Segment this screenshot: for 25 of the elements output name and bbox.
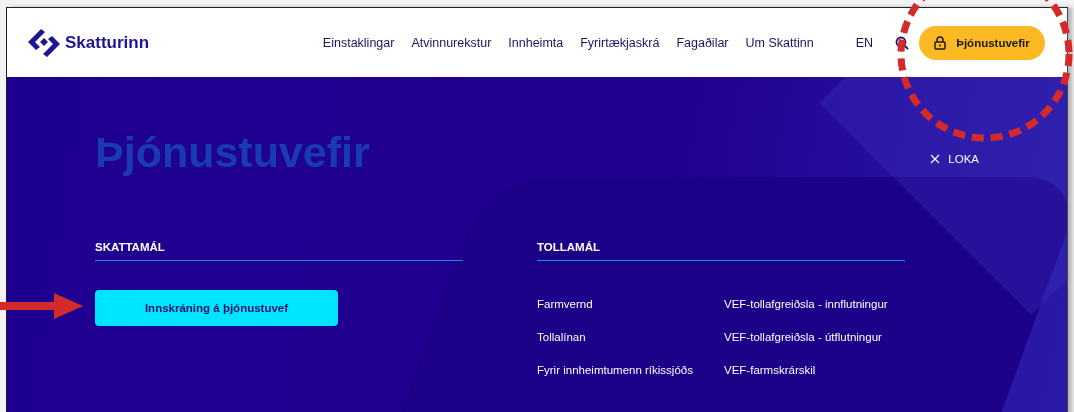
service-web-button[interactable]: Þjónustuvefir xyxy=(919,25,1045,60)
nav-link[interactable]: Fyrirtækjaskrá xyxy=(580,35,660,50)
section-heading: SKATTAMÁL xyxy=(95,234,463,261)
nav-link[interactable]: Einstaklingar xyxy=(322,35,395,50)
arrow-icon xyxy=(0,290,84,322)
close-icon xyxy=(930,154,941,164)
service-link[interactable]: VEF-tollafgreiðsla - innflutningur xyxy=(724,296,888,312)
close-button[interactable]: LOKA xyxy=(930,153,979,165)
logo-icon xyxy=(27,27,61,58)
lock-icon xyxy=(934,35,947,50)
search-icon[interactable] xyxy=(895,35,909,50)
nav-link[interactable]: Um Skattinn xyxy=(745,35,814,50)
page-title: Þjónustuvefir xyxy=(95,131,370,174)
service-link[interactable]: VEF-farmskrárskil xyxy=(724,362,888,378)
service-link[interactable]: Fyrir innheimtumenn ríkissjóðs xyxy=(537,362,706,378)
language-link[interactable]: EN xyxy=(855,35,873,50)
nav-link[interactable]: Fagaðilar xyxy=(676,35,729,50)
nav-link[interactable]: Atvinnurekstur xyxy=(411,35,492,50)
logo-text: Skatturinn xyxy=(65,32,150,53)
service-link[interactable]: VEF-tollafgreiðsla - útflutningur xyxy=(724,329,888,345)
service-link[interactable]: Tollalínan xyxy=(537,329,706,345)
nav-link[interactable]: Innheimta xyxy=(508,35,564,50)
service-link[interactable]: Farmvernd xyxy=(537,296,706,312)
login-button[interactable]: Innskráning á þjónustuvef xyxy=(95,290,338,326)
section-heading: TOLLAMÁL xyxy=(537,234,905,261)
